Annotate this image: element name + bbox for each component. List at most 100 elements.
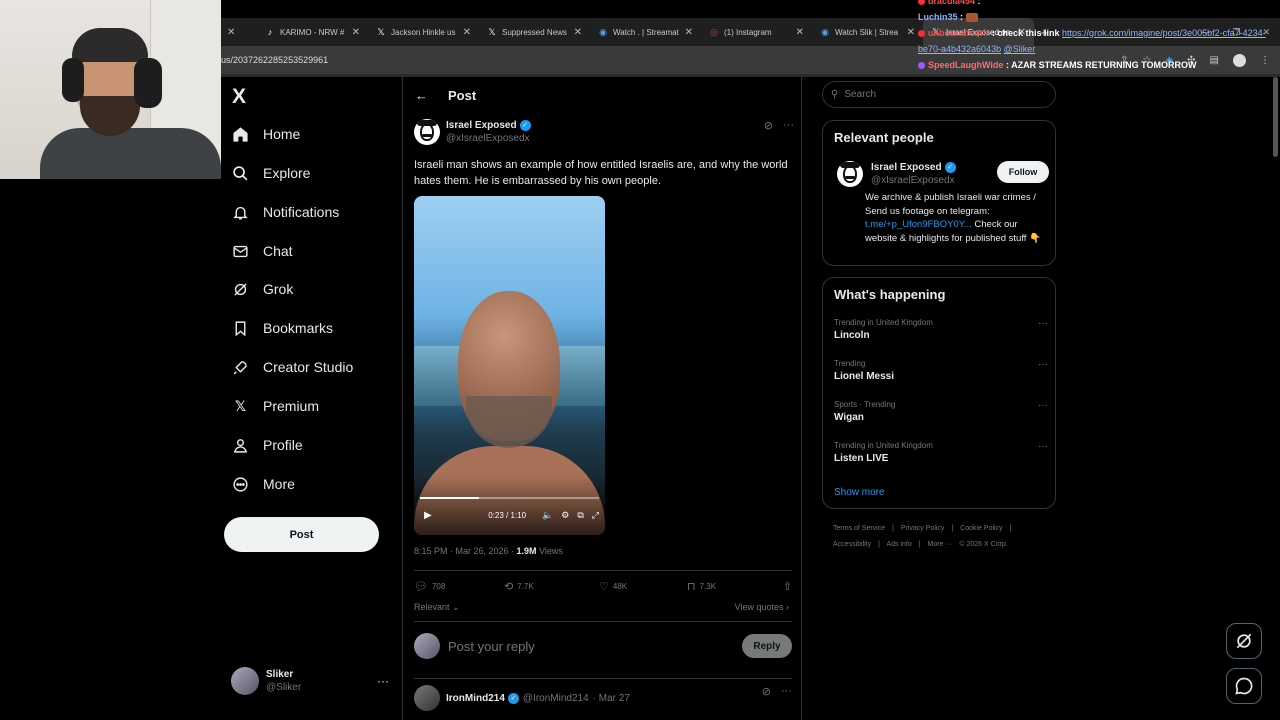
sidebar-item-bookmarks[interactable]: Bookmarks xyxy=(232,315,333,341)
browser-tab[interactable]: ✕ xyxy=(221,18,257,46)
reply-button[interactable]: 💬︎ 708 xyxy=(414,580,504,593)
grok-icon[interactable]: ⊘ xyxy=(762,685,771,711)
like-button[interactable]: ♡ 48K xyxy=(599,580,687,593)
reply-button[interactable]: Reply xyxy=(742,634,792,658)
footer-link[interactable]: Privacy Policy xyxy=(901,525,945,532)
trend-name: Listen LIVE xyxy=(834,453,889,464)
more-icon[interactable]: ··· xyxy=(1038,359,1048,370)
search-box[interactable]: ⚲ xyxy=(822,81,1056,108)
sidebar-item-notifications[interactable]: Notifications xyxy=(232,199,339,225)
view-quotes-link[interactable]: View quotes › xyxy=(735,602,789,612)
more-icon[interactable]: ··· xyxy=(1038,318,1048,329)
close-icon[interactable]: ✕ xyxy=(796,27,804,38)
close-icon[interactable]: ✕ xyxy=(685,27,693,38)
play-icon[interactable]: ▶ xyxy=(424,510,432,521)
sidebar-item-more[interactable]: More xyxy=(232,471,295,497)
footer-link[interactable]: Ads info xyxy=(886,541,911,548)
headphone-icon xyxy=(62,58,84,102)
reply-input[interactable] xyxy=(448,638,728,654)
bookmark-button[interactable]: ⊓ 7.3K xyxy=(687,580,767,593)
sidebar-item-creator-studio[interactable]: Creator Studio xyxy=(232,354,353,380)
browser-tab[interactable]: ◉ Watch Slik | Strea ✕ xyxy=(812,18,923,46)
sidebar-item-label: Profile xyxy=(263,437,303,453)
show-more-link[interactable]: Show more xyxy=(834,487,885,498)
reply-tweet[interactable]: IronMind214 ✓ @IronMind214 · Mar 27 ⊘ ··… xyxy=(414,685,792,711)
sidebar-item-label: Chat xyxy=(263,243,293,259)
more-icon[interactable]: ··· xyxy=(781,685,792,711)
bookmark-count: 7.3K xyxy=(699,582,717,591)
close-icon[interactable]: ✕ xyxy=(463,27,471,38)
close-icon[interactable]: ✕ xyxy=(907,27,915,38)
author-name[interactable]: Israel Exposed xyxy=(446,119,517,132)
like-count: 48K xyxy=(612,582,628,591)
fullscreen-icon[interactable]: ⤢ xyxy=(592,510,599,521)
sidebar-item-chat[interactable]: Chat xyxy=(232,238,293,264)
browser-tab[interactable]: ◎ (1) Instagram ✕ xyxy=(701,18,812,46)
footer-link[interactable]: Accessibility xyxy=(833,541,871,548)
relevant-person[interactable]: Israel Exposed ✓ @xIsraelExposedx Follow xyxy=(837,161,1049,187)
bio-link[interactable]: t.me/+p_Ufon9FBOY0Y... xyxy=(865,219,972,230)
views-label: Views xyxy=(536,546,563,556)
whats-happening-card: What's happening Trending in United King… xyxy=(822,277,1056,509)
avatar[interactable] xyxy=(837,161,863,187)
x-logo-icon[interactable]: X xyxy=(232,85,246,109)
person-name[interactable]: Israel Exposed xyxy=(871,161,942,174)
pip-icon[interactable]: ⧉ xyxy=(577,510,583,521)
author-handle[interactable]: @xIsraelExposedx xyxy=(446,132,531,145)
search-input[interactable] xyxy=(844,89,1025,100)
person-handle[interactable]: @xIsraelExposedx xyxy=(871,174,956,187)
more-icon[interactable]: ··· xyxy=(377,674,389,688)
close-icon[interactable]: ✕ xyxy=(574,27,582,38)
close-icon[interactable]: ✕ xyxy=(227,27,235,38)
follow-button[interactable]: Follow xyxy=(997,161,1049,183)
browser-tab[interactable]: ♪ KARIMO - NRW # ✕ xyxy=(257,18,368,46)
settings-icon[interactable]: ⚙ xyxy=(561,510,569,521)
author-handle[interactable]: @IronMind214 xyxy=(523,693,589,704)
tweet-text: Israeli man shows an example of how enti… xyxy=(414,159,788,187)
account-switcher[interactable]: Sliker @Sliker ··· xyxy=(231,667,389,695)
more-icon[interactable]: ··· xyxy=(783,119,794,145)
browser-tab[interactable]: 𝕏 Jackson Hinkle us ✕ xyxy=(368,18,479,46)
trend-item[interactable]: Trending Lionel Messi ··· xyxy=(834,359,1048,382)
share-icon[interactable]: ⇧ xyxy=(783,580,792,593)
footer-link[interactable]: More ··· xyxy=(928,541,953,548)
trend-item[interactable]: Trending in United Kingdom Lincoln ··· xyxy=(834,318,1048,341)
grok-float-button[interactable] xyxy=(1226,623,1262,659)
video-player[interactable]: ▶ 0:23 / 1:10 🔈 ⚙ ⧉ ⤢ xyxy=(414,196,605,535)
stream-chat-overlay: dracula454 : Luchin35 : unboundfenrir : … xyxy=(918,0,1280,73)
author-name[interactable]: IronMind214 xyxy=(446,693,505,704)
messages-float-button[interactable] xyxy=(1226,668,1262,704)
trend-item[interactable]: Sports · Trending Wigan ··· xyxy=(834,400,1048,423)
close-icon[interactable]: ✕ xyxy=(352,27,360,38)
trend-item[interactable]: Trending in United Kingdom Listen LIVE ·… xyxy=(834,441,1048,464)
sidebar-item-label: Grok xyxy=(263,281,294,297)
scrollbar[interactable] xyxy=(1273,77,1278,157)
sidebar-item-grok[interactable]: Grok xyxy=(232,276,293,302)
browser-tab[interactable]: ◉ Watch . | Streamat ✕ xyxy=(590,18,701,46)
sidebar-item-profile[interactable]: Profile xyxy=(232,432,303,458)
x-icon: 𝕏 xyxy=(377,26,385,37)
footer-link[interactable]: Cookie Policy xyxy=(960,525,1002,532)
more-icon[interactable]: ··· xyxy=(1038,400,1048,411)
post-button[interactable]: Post xyxy=(224,517,379,552)
footer-link[interactable]: Terms of Service xyxy=(833,525,885,532)
timestamp[interactable]: 8:15 PM · Mar 26, 2026 · xyxy=(414,546,517,556)
trend-context: Sports · Trending xyxy=(834,400,896,409)
avatar[interactable] xyxy=(414,119,440,145)
avatar[interactable] xyxy=(414,685,440,711)
sidebar-item-explore[interactable]: Explore xyxy=(232,160,310,186)
sidebar-item-home[interactable]: Home xyxy=(232,121,300,147)
sort-dropdown[interactable]: Relevant ⌄ xyxy=(414,602,460,613)
url-text[interactable]: us/2037262285253529961 xyxy=(221,55,328,65)
volume-icon[interactable]: 🔈 xyxy=(542,510,553,521)
sidebar-item-premium[interactable]: 𝕏 Premium xyxy=(232,393,319,419)
browser-tab[interactable]: 𝕏 Suppressed News ✕ xyxy=(479,18,590,46)
tweet-date[interactable]: · Mar 27 xyxy=(593,693,630,704)
repost-count: 7.7K xyxy=(517,582,534,591)
video-progress-bar[interactable] xyxy=(420,497,599,499)
repost-button[interactable]: ⟲ 7.7K xyxy=(504,580,599,593)
grok-icon[interactable]: ⊘ xyxy=(764,119,773,145)
footer-separator: | xyxy=(951,525,954,532)
more-icon[interactable]: ··· xyxy=(1038,441,1048,452)
back-arrow-icon[interactable]: ← xyxy=(415,88,428,103)
